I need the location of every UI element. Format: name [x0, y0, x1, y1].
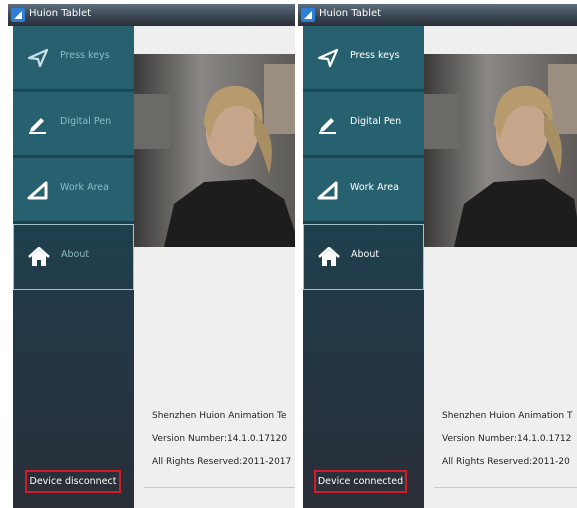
sidebar: Press keys Digital Pen Work Area About D… [303, 26, 424, 508]
version-number: Version Number:14.1.0.1712 [442, 434, 572, 444]
left-window-panel: Huion Tablet Press keys Digital Pen Work… [8, 0, 295, 508]
nav-label-about: About [351, 249, 380, 260]
device-status: Device connected [314, 470, 407, 493]
app-window: Press keys Digital Pen Work Area About D… [13, 26, 295, 508]
nav-press-keys[interactable]: Press keys [303, 26, 424, 90]
device-status: Device disconnect [25, 470, 121, 493]
title-bar: Huion Tablet [8, 4, 295, 26]
paper-plane-icon [317, 48, 339, 68]
app-window: Press keys Digital Pen Work Area About D… [303, 26, 577, 508]
home-icon [28, 246, 50, 267]
right-window-panel: Huion Tablet Press keys Digital Pen Work… [298, 0, 577, 508]
version-number: Version Number:14.1.0.17120 [152, 434, 288, 444]
nav-digital-pen[interactable]: Digital Pen [13, 92, 134, 156]
divider [144, 487, 295, 488]
about-hero-image [134, 54, 295, 247]
paper-plane-icon [27, 48, 49, 68]
triangle-icon [27, 180, 49, 200]
company-name: Shenzhen Huion Animation Te [152, 411, 287, 421]
nav-about[interactable]: About [303, 224, 424, 290]
home-icon [318, 246, 340, 267]
nav-label-work-area: Work Area [350, 182, 399, 193]
nav-label-about: About [61, 249, 90, 260]
huion-app-icon [301, 8, 315, 22]
nav-work-area[interactable]: Work Area [13, 158, 134, 222]
nav-label-press-keys: Press keys [350, 50, 400, 61]
title-bar: Huion Tablet [298, 4, 577, 26]
window-title: Huion Tablet [29, 8, 92, 19]
nav-label-digital-pen: Digital Pen [350, 116, 402, 127]
huion-app-icon [11, 8, 25, 22]
nav-press-keys[interactable]: Press keys [13, 26, 134, 90]
window-title: Huion Tablet [319, 8, 382, 19]
nav-about[interactable]: About [13, 224, 134, 290]
divider [434, 487, 577, 488]
triangle-icon [317, 180, 339, 200]
copyright-text: All Rights Reserved:2011-20 [442, 457, 570, 467]
pen-icon [317, 114, 339, 134]
sidebar: Press keys Digital Pen Work Area About D… [13, 26, 134, 508]
copyright-text: All Rights Reserved:2011-2017 [152, 457, 292, 467]
nav-work-area[interactable]: Work Area [303, 158, 424, 222]
nav-label-work-area: Work Area [60, 182, 109, 193]
pen-icon [27, 114, 49, 134]
about-content: Shenzhen Huion Animation T Version Numbe… [424, 247, 577, 508]
about-content: Shenzhen Huion Animation Te Version Numb… [134, 247, 295, 508]
nav-digital-pen[interactable]: Digital Pen [303, 92, 424, 156]
nav-label-digital-pen: Digital Pen [60, 116, 112, 127]
about-hero-image [424, 54, 577, 247]
company-name: Shenzhen Huion Animation T [442, 411, 573, 421]
nav-label-press-keys: Press keys [60, 50, 110, 61]
